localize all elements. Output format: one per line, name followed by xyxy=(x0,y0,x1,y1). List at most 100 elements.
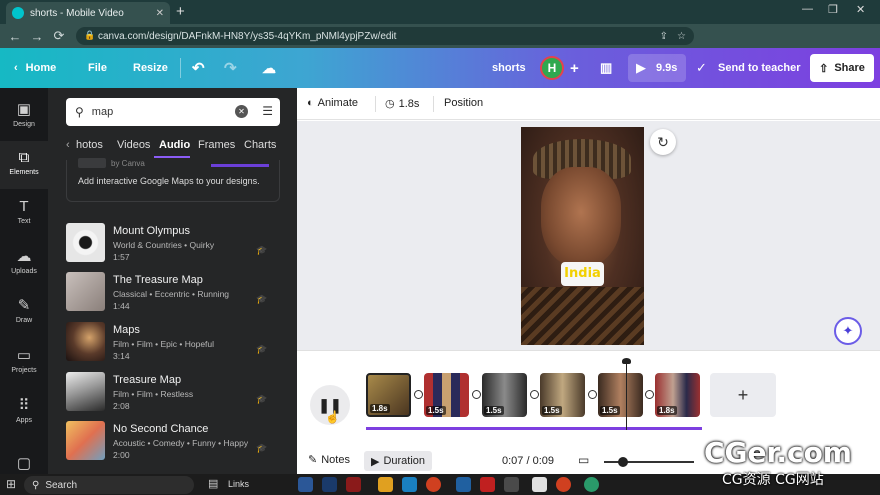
track-meta: Film • Film • Epic • Hopeful xyxy=(113,339,215,349)
timeline-clip[interactable]: 1.8s xyxy=(366,373,411,417)
reload-icon[interactable]: ⟳ xyxy=(48,28,70,44)
canva-favicon-icon xyxy=(12,7,24,19)
taskbar-app-icon[interactable] xyxy=(504,477,519,492)
browser-toolbar: ← → ⟳ 🔒 canva.com/design/DAFnkM-HN8Y/ys3… xyxy=(0,24,880,66)
timeline-clip[interactable]: 1.5s xyxy=(540,373,585,417)
filter-icon[interactable]: ☰ xyxy=(262,104,273,118)
cloud-saved-icon[interactable]: ☁ xyxy=(262,48,276,88)
play-preview-button[interactable]: ▶ 9.9s xyxy=(628,54,686,82)
rail-label: Text xyxy=(17,218,31,225)
image-icon: ▢ xyxy=(16,455,32,472)
share-page-icon[interactable]: ⇪ xyxy=(660,31,668,42)
tab-close-icon[interactable]: ✕ xyxy=(156,8,164,19)
taskbar-links[interactable]: Links xyxy=(228,479,249,489)
maximize-icon[interactable]: ❐ xyxy=(828,3,838,16)
taskbar-search[interactable]: ⚲ Search xyxy=(24,476,194,494)
edge-icon[interactable] xyxy=(402,477,417,492)
timeline-clip[interactable]: 1.8s xyxy=(655,373,700,417)
timeline-clip[interactable]: 1.5s xyxy=(482,373,527,417)
rail-item-apps[interactable]: ⠿ Apps xyxy=(0,388,48,436)
search-input[interactable]: ⚲ map ✕ ☰ xyxy=(66,98,280,126)
folder-app-icon[interactable] xyxy=(378,477,393,492)
task-view-icon[interactable]: ▤ xyxy=(208,477,218,490)
regenerate-icon[interactable]: ↻ xyxy=(650,129,676,155)
share-button[interactable]: ⇧ Share xyxy=(810,54,874,82)
insights-chart-icon[interactable]: ▥ xyxy=(600,48,612,88)
list-item[interactable]: No Second Chance Acoustic • Comedy • Fun… xyxy=(66,421,280,465)
rail-item-design[interactable]: ▣ Design xyxy=(0,92,48,140)
tabs-scroll-left-icon[interactable]: ‹ xyxy=(66,139,70,151)
add-page-button[interactable]: + xyxy=(710,373,776,417)
animate-button[interactable]: ◐ Animate xyxy=(307,97,358,109)
bookmark-star-icon[interactable]: ☆ xyxy=(677,31,686,42)
rail-item-more[interactable]: ▢ xyxy=(0,448,48,474)
new-tab-icon[interactable]: + xyxy=(176,3,185,20)
playhead[interactable] xyxy=(626,360,627,430)
rail-item-uploads[interactable]: ☁ Uploads xyxy=(0,239,48,287)
list-item[interactable]: The Treasure Map Classical • Eccentric •… xyxy=(66,272,280,316)
magic-assistant-icon[interactable]: ✦ xyxy=(834,317,862,345)
design-title[interactable]: shorts xyxy=(492,48,526,88)
forward-icon[interactable]: → xyxy=(26,29,48,44)
back-icon[interactable]: ← xyxy=(4,29,26,44)
avatar[interactable]: H xyxy=(540,56,564,80)
browser-tab[interactable]: shorts - Mobile Video ✕ xyxy=(6,2,170,24)
file-menu-button[interactable]: File xyxy=(88,48,107,88)
notes-button[interactable]: ✎ Notes xyxy=(308,453,350,467)
start-windows-icon[interactable]: ⊞ xyxy=(6,477,16,491)
resize-button[interactable]: Resize xyxy=(133,48,168,88)
tab-videos[interactable]: Videos xyxy=(117,139,150,151)
photoshop-icon[interactable] xyxy=(322,477,337,492)
address-bar[interactable]: 🔒 canva.com/design/DAFnkM-HN8Y/ys35-4qYK… xyxy=(76,27,694,45)
clip-duration: 1.8s xyxy=(657,406,677,415)
tab-charts[interactable]: Charts xyxy=(244,139,276,151)
transition-icon[interactable] xyxy=(472,390,481,399)
file-explorer-icon[interactable] xyxy=(298,477,313,492)
transition-icon[interactable] xyxy=(530,390,539,399)
taskbar-app-icon[interactable] xyxy=(456,477,471,492)
tab-audio[interactable]: Audio xyxy=(159,139,190,151)
rail-item-projects[interactable]: ▭ Projects xyxy=(0,338,48,386)
timeline-clip[interactable]: 1.5s xyxy=(424,373,469,417)
track-title: No Second Chance xyxy=(113,423,209,435)
undo-icon[interactable]: ↶ xyxy=(192,48,205,88)
tab-frames[interactable]: Frames xyxy=(198,139,235,151)
zoom-slider-thumb[interactable] xyxy=(618,457,628,467)
site-info-icon[interactable]: 🔒 xyxy=(84,30,95,41)
notion-icon[interactable] xyxy=(532,477,547,492)
timeline-clip[interactable]: 1.5s xyxy=(598,373,643,417)
add-collaborator-icon[interactable]: + xyxy=(570,48,579,88)
chrome-icon[interactable] xyxy=(426,477,441,492)
tab-photos[interactable]: hotos xyxy=(76,139,103,151)
google-maps-card[interactable]: by Canva Add interactive Google Maps to … xyxy=(66,158,280,202)
list-item[interactable]: Treasure Map Film • Film • Restless 2:08… xyxy=(66,372,280,416)
send-to-teacher-button[interactable]: ✓ Send to teacher xyxy=(690,54,802,82)
transition-icon[interactable] xyxy=(645,390,654,399)
youtube-icon[interactable] xyxy=(480,477,495,492)
list-item[interactable]: Mount Olympus World & Countries • Quirky… xyxy=(66,223,280,267)
page-view-icon[interactable]: ▭ xyxy=(578,453,589,467)
rail-item-draw[interactable]: ✎ Draw xyxy=(0,288,48,336)
illustrator-icon[interactable] xyxy=(346,477,361,492)
chrome-icon[interactable] xyxy=(556,477,571,492)
position-button[interactable]: Position xyxy=(444,97,483,109)
rail-item-text[interactable]: T Text xyxy=(0,190,48,238)
animate-icon: ◐ xyxy=(307,97,314,109)
taskbar-app-icon[interactable] xyxy=(584,477,599,492)
window-close-icon[interactable]: ✕ xyxy=(856,3,865,16)
rail-item-elements[interactable]: ⧉ Elements xyxy=(0,141,48,189)
minimize-icon[interactable]: — xyxy=(802,3,813,15)
design-page[interactable]: India xyxy=(521,127,644,345)
duration-button[interactable]: ▶ Duration xyxy=(364,451,432,471)
home-button[interactable]: ‹ Home xyxy=(14,48,56,88)
design-icon: ▣ xyxy=(16,101,32,118)
transition-icon[interactable] xyxy=(588,390,597,399)
graduation-cap-icon: 🎓 xyxy=(256,443,268,453)
redo-icon[interactable]: ↷ xyxy=(224,48,237,88)
elements-icon: ⧉ xyxy=(18,149,30,166)
clear-search-icon[interactable]: ✕ xyxy=(235,105,248,118)
transition-icon[interactable] xyxy=(414,390,423,399)
timing-button[interactable]: ◷ 1.8s xyxy=(385,97,419,111)
list-item[interactable]: Maps Film • Film • Epic • Hopeful 3:14 🎓 xyxy=(66,322,280,366)
india-text-element[interactable]: India xyxy=(561,262,604,286)
